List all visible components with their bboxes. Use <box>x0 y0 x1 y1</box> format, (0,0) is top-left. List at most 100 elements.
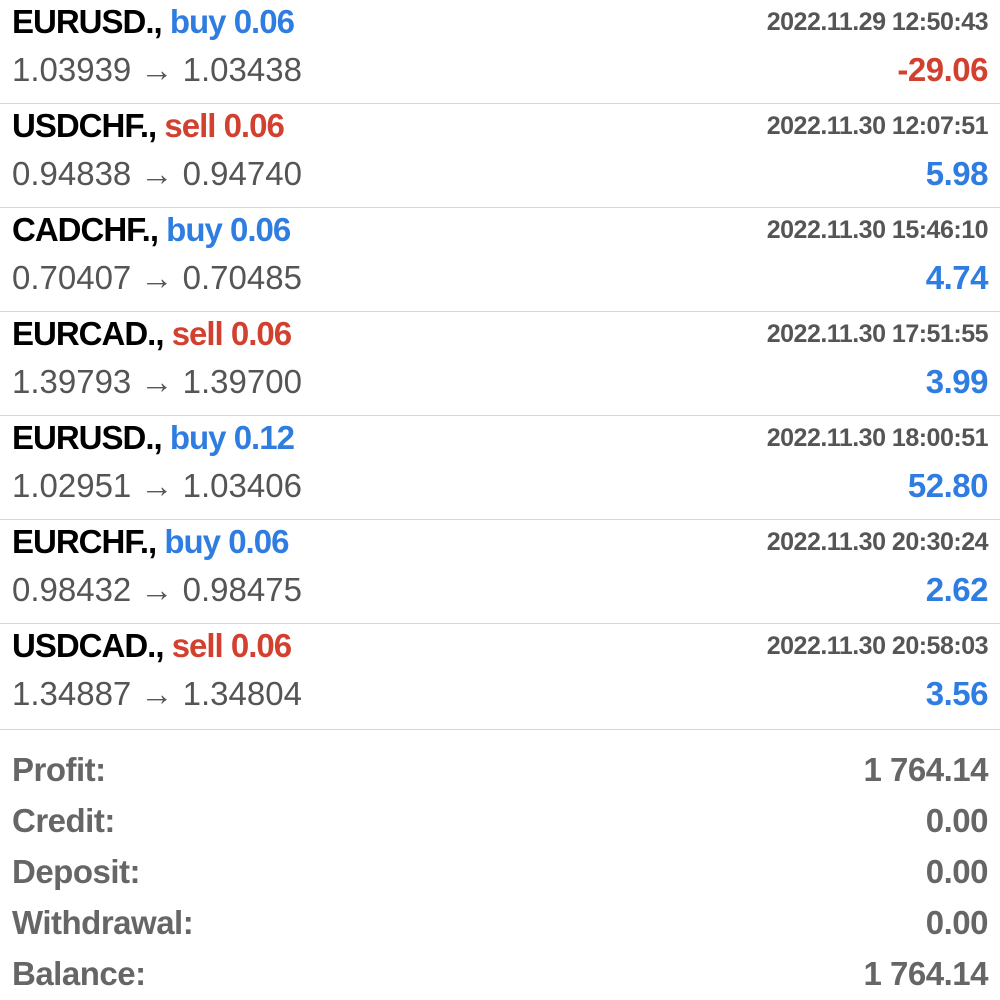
trade-header: CADCHF., buy 0.06 2022.11.30 15:46:10 <box>12 210 989 250</box>
close-price: 0.98475 <box>182 571 302 608</box>
arrow-right-icon: → <box>140 363 174 400</box>
trade-direction: buy 0.06 <box>169 3 295 40</box>
account-summary: Profit: 1 764.14 Credit: 0.00 Deposit: 0… <box>12 744 989 999</box>
summary-balance-row: Balance: 1 764.14 <box>12 948 989 999</box>
summary-profit-label: Profit: <box>12 750 106 788</box>
trade-symbol: CADCHF., <box>12 211 159 248</box>
trade-profit: 4.74 <box>925 259 989 296</box>
trade-time: 2022.11.30 20:30:24 <box>766 527 989 556</box>
trade-title: USDCHF., sell 0.06 <box>12 107 285 145</box>
trade-prices: 1.34887 → 1.34804 <box>12 675 302 713</box>
trade-row[interactable]: USDCHF., sell 0.06 2022.11.30 12:07:51 0… <box>0 104 1000 208</box>
trade-symbol: EURCAD., <box>12 315 165 352</box>
trade-prices: 0.94838 → 0.94740 <box>12 155 302 193</box>
summary-balance-label: Balance: <box>12 954 146 992</box>
summary-withdrawal-value: 0.00 <box>925 903 989 941</box>
trade-details: 1.34887 → 1.34804 3.56 <box>12 674 989 714</box>
trade-details: 1.03939 → 1.03438 -29.06 <box>12 50 988 90</box>
trade-row[interactable]: CADCHF., buy 0.06 2022.11.30 15:46:10 0.… <box>0 208 1000 312</box>
summary-balance-value: 1 764.14 <box>863 954 989 992</box>
trade-header: EURUSD., buy 0.12 2022.11.30 18:00:51 <box>12 418 989 458</box>
trade-symbol: EURUSD., <box>12 419 163 456</box>
trade-profit: 3.99 <box>925 363 989 400</box>
trade-prices: 0.98432 → 0.98475 <box>12 571 302 609</box>
trade-profit: 2.62 <box>925 571 989 608</box>
trade-profit: 5.98 <box>925 155 989 192</box>
trade-time: 2022.11.29 12:50:43 <box>766 7 989 36</box>
open-price: 1.39793 <box>12 363 132 400</box>
summary-deposit-value: 0.00 <box>925 852 989 890</box>
close-price: 1.39700 <box>182 363 302 400</box>
close-price: 0.94740 <box>182 155 302 192</box>
trade-details: 1.02951 → 1.03406 52.80 <box>12 466 989 506</box>
trade-row[interactable]: USDCAD., sell 0.06 2022.11.30 20:58:03 1… <box>0 624 1000 730</box>
summary-credit-label: Credit: <box>12 801 115 839</box>
arrow-right-icon: → <box>140 675 174 712</box>
trade-header: USDCHF., sell 0.06 2022.11.30 12:07:51 <box>12 106 989 146</box>
summary-credit-value: 0.00 <box>925 801 989 839</box>
trade-history-list: EURUSD., buy 0.06 2022.11.29 12:50:43 1.… <box>0 0 1000 730</box>
trade-direction: sell 0.06 <box>171 315 292 352</box>
trade-symbol: USDCAD., <box>12 627 165 664</box>
close-price: 1.34804 <box>182 675 302 712</box>
trade-direction: buy 0.06 <box>164 523 289 560</box>
close-price: 1.03406 <box>182 467 302 504</box>
trade-details: 0.70407 → 0.70485 4.74 <box>12 258 989 298</box>
trade-profit: -29.06 <box>897 51 988 88</box>
open-price: 1.03939 <box>12 51 132 88</box>
trade-direction: sell 0.06 <box>164 107 284 144</box>
open-price: 0.94838 <box>12 155 132 192</box>
summary-credit-row: Credit: 0.00 <box>12 795 989 846</box>
trade-prices: 1.39793 → 1.39700 <box>12 363 302 401</box>
open-price: 1.34887 <box>12 675 132 712</box>
trade-header: EURUSD., buy 0.06 2022.11.29 12:50:43 <box>12 2 989 42</box>
trade-row[interactable]: EURUSD., buy 0.12 2022.11.30 18:00:51 1.… <box>0 416 1000 520</box>
trade-time: 2022.11.30 15:46:10 <box>766 215 989 244</box>
arrow-right-icon: → <box>140 259 174 296</box>
trade-time: 2022.11.30 20:58:03 <box>766 631 989 660</box>
trade-title: EURUSD., buy 0.06 <box>12 3 295 41</box>
summary-profit-value: 1 764.14 <box>863 750 989 788</box>
trade-direction: sell 0.06 <box>171 627 292 664</box>
summary-deposit-label: Deposit: <box>12 852 141 890</box>
trade-title: USDCAD., sell 0.06 <box>12 627 292 665</box>
trade-title: EURCHF., buy 0.06 <box>12 523 289 561</box>
arrow-right-icon: → <box>140 571 174 608</box>
trade-header: EURCHF., buy 0.06 2022.11.30 20:30:24 <box>12 522 989 562</box>
trade-details: 0.98432 → 0.98475 2.62 <box>12 570 989 610</box>
close-price: 0.70485 <box>182 259 302 296</box>
trade-row[interactable]: EURCHF., buy 0.06 2022.11.30 20:30:24 0.… <box>0 520 1000 624</box>
trade-details: 1.39793 → 1.39700 3.99 <box>12 362 989 402</box>
trade-direction: buy 0.06 <box>166 211 291 248</box>
trade-symbol: EURUSD., <box>12 3 163 40</box>
trade-time: 2022.11.30 17:51:55 <box>766 319 989 348</box>
trade-symbol: EURCHF., <box>12 523 157 560</box>
arrow-right-icon: → <box>140 51 174 88</box>
trade-title: EURCAD., sell 0.06 <box>12 315 292 353</box>
arrow-right-icon: → <box>140 155 174 192</box>
summary-deposit-row: Deposit: 0.00 <box>12 846 989 897</box>
open-price: 0.70407 <box>12 259 132 296</box>
trade-title: EURUSD., buy 0.12 <box>12 419 295 457</box>
trade-prices: 1.03939 → 1.03438 <box>12 51 302 89</box>
trade-title: CADCHF., buy 0.06 <box>12 211 291 249</box>
trade-row[interactable]: EURUSD., buy 0.06 2022.11.29 12:50:43 1.… <box>0 0 1000 104</box>
trade-profit: 3.56 <box>925 675 989 712</box>
trade-details: 0.94838 → 0.94740 5.98 <box>12 154 989 194</box>
trade-time: 2022.11.30 18:00:51 <box>766 423 989 452</box>
trade-profit: 52.80 <box>907 467 989 504</box>
trade-direction: buy 0.12 <box>169 419 295 456</box>
trade-row[interactable]: EURCAD., sell 0.06 2022.11.30 17:51:55 1… <box>0 312 1000 416</box>
summary-profit-row: Profit: 1 764.14 <box>12 744 989 795</box>
arrow-right-icon: → <box>140 467 174 504</box>
trade-time: 2022.11.30 12:07:51 <box>766 111 989 140</box>
trade-header: EURCAD., sell 0.06 2022.11.30 17:51:55 <box>12 314 989 354</box>
trade-prices: 0.70407 → 0.70485 <box>12 259 302 297</box>
close-price: 1.03438 <box>182 51 302 88</box>
summary-withdrawal-label: Withdrawal: <box>12 903 194 941</box>
open-price: 0.98432 <box>12 571 132 608</box>
trade-header: USDCAD., sell 0.06 2022.11.30 20:58:03 <box>12 626 989 666</box>
open-price: 1.02951 <box>12 467 132 504</box>
summary-withdrawal-row: Withdrawal: 0.00 <box>12 897 989 948</box>
trade-symbol: USDCHF., <box>12 107 157 144</box>
